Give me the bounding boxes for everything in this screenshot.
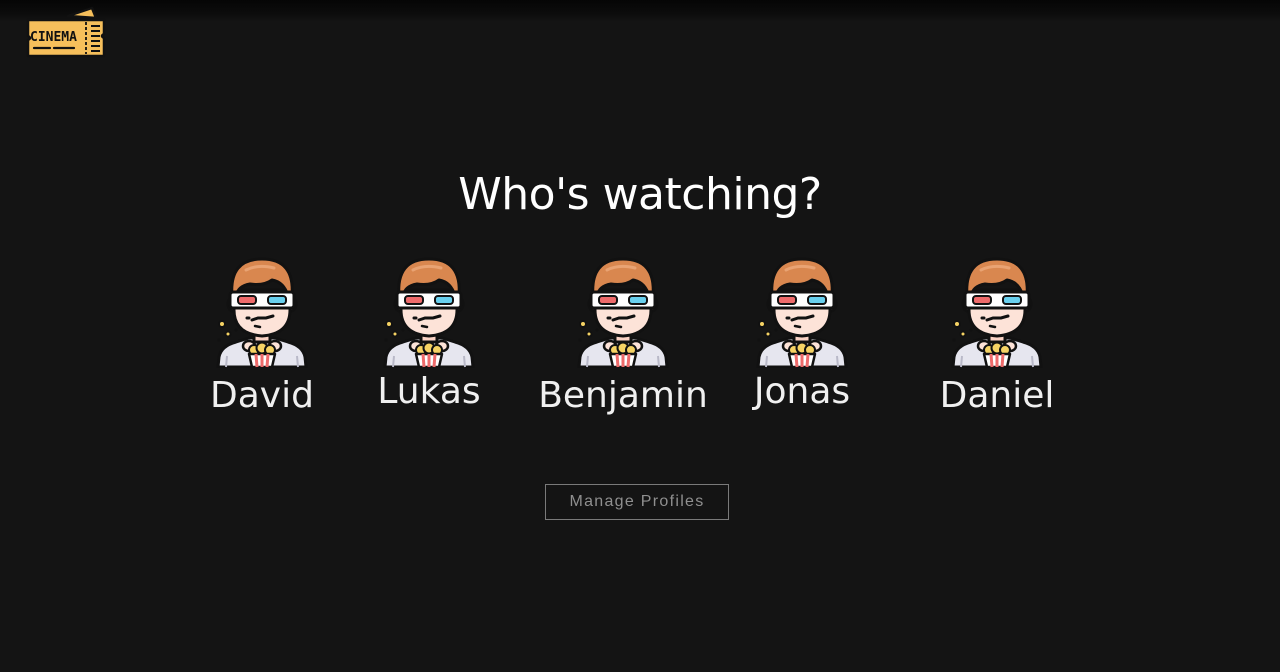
profile-lukas[interactable]: Lukas	[339, 256, 519, 426]
cinema-ticket-icon: CINEMA	[26, 6, 106, 58]
profile-name: Daniel	[939, 375, 1055, 416]
profile-name: Lukas	[377, 371, 481, 412]
profile-name: David	[210, 375, 314, 416]
avatar-icon	[216, 256, 308, 368]
profile-name: Jonas	[753, 371, 851, 412]
manage-profiles-button[interactable]: Manage Profiles	[545, 484, 729, 520]
profile-list: David Lukas Benjamin Jonas Daniel	[0, 0, 1280, 672]
profile-jonas[interactable]: Jonas	[712, 256, 892, 426]
profile-selection-page: CINEMA Who's watching? David Lukas Benja…	[0, 0, 1280, 672]
profile-benjamin[interactable]: Benjamin	[533, 256, 713, 426]
top-bar	[0, 0, 1280, 22]
cinema-logo[interactable]: CINEMA	[24, 4, 108, 60]
profile-david[interactable]: David	[172, 256, 352, 426]
profile-name: Benjamin	[538, 375, 708, 416]
page-title: Who's watching?	[458, 169, 822, 220]
avatar-icon	[756, 256, 848, 368]
profile-daniel[interactable]: Daniel	[907, 256, 1087, 426]
avatar-icon	[577, 256, 669, 368]
avatar-icon	[951, 256, 1043, 368]
logo-text: CINEMA	[30, 30, 77, 45]
avatar-icon	[383, 256, 475, 368]
